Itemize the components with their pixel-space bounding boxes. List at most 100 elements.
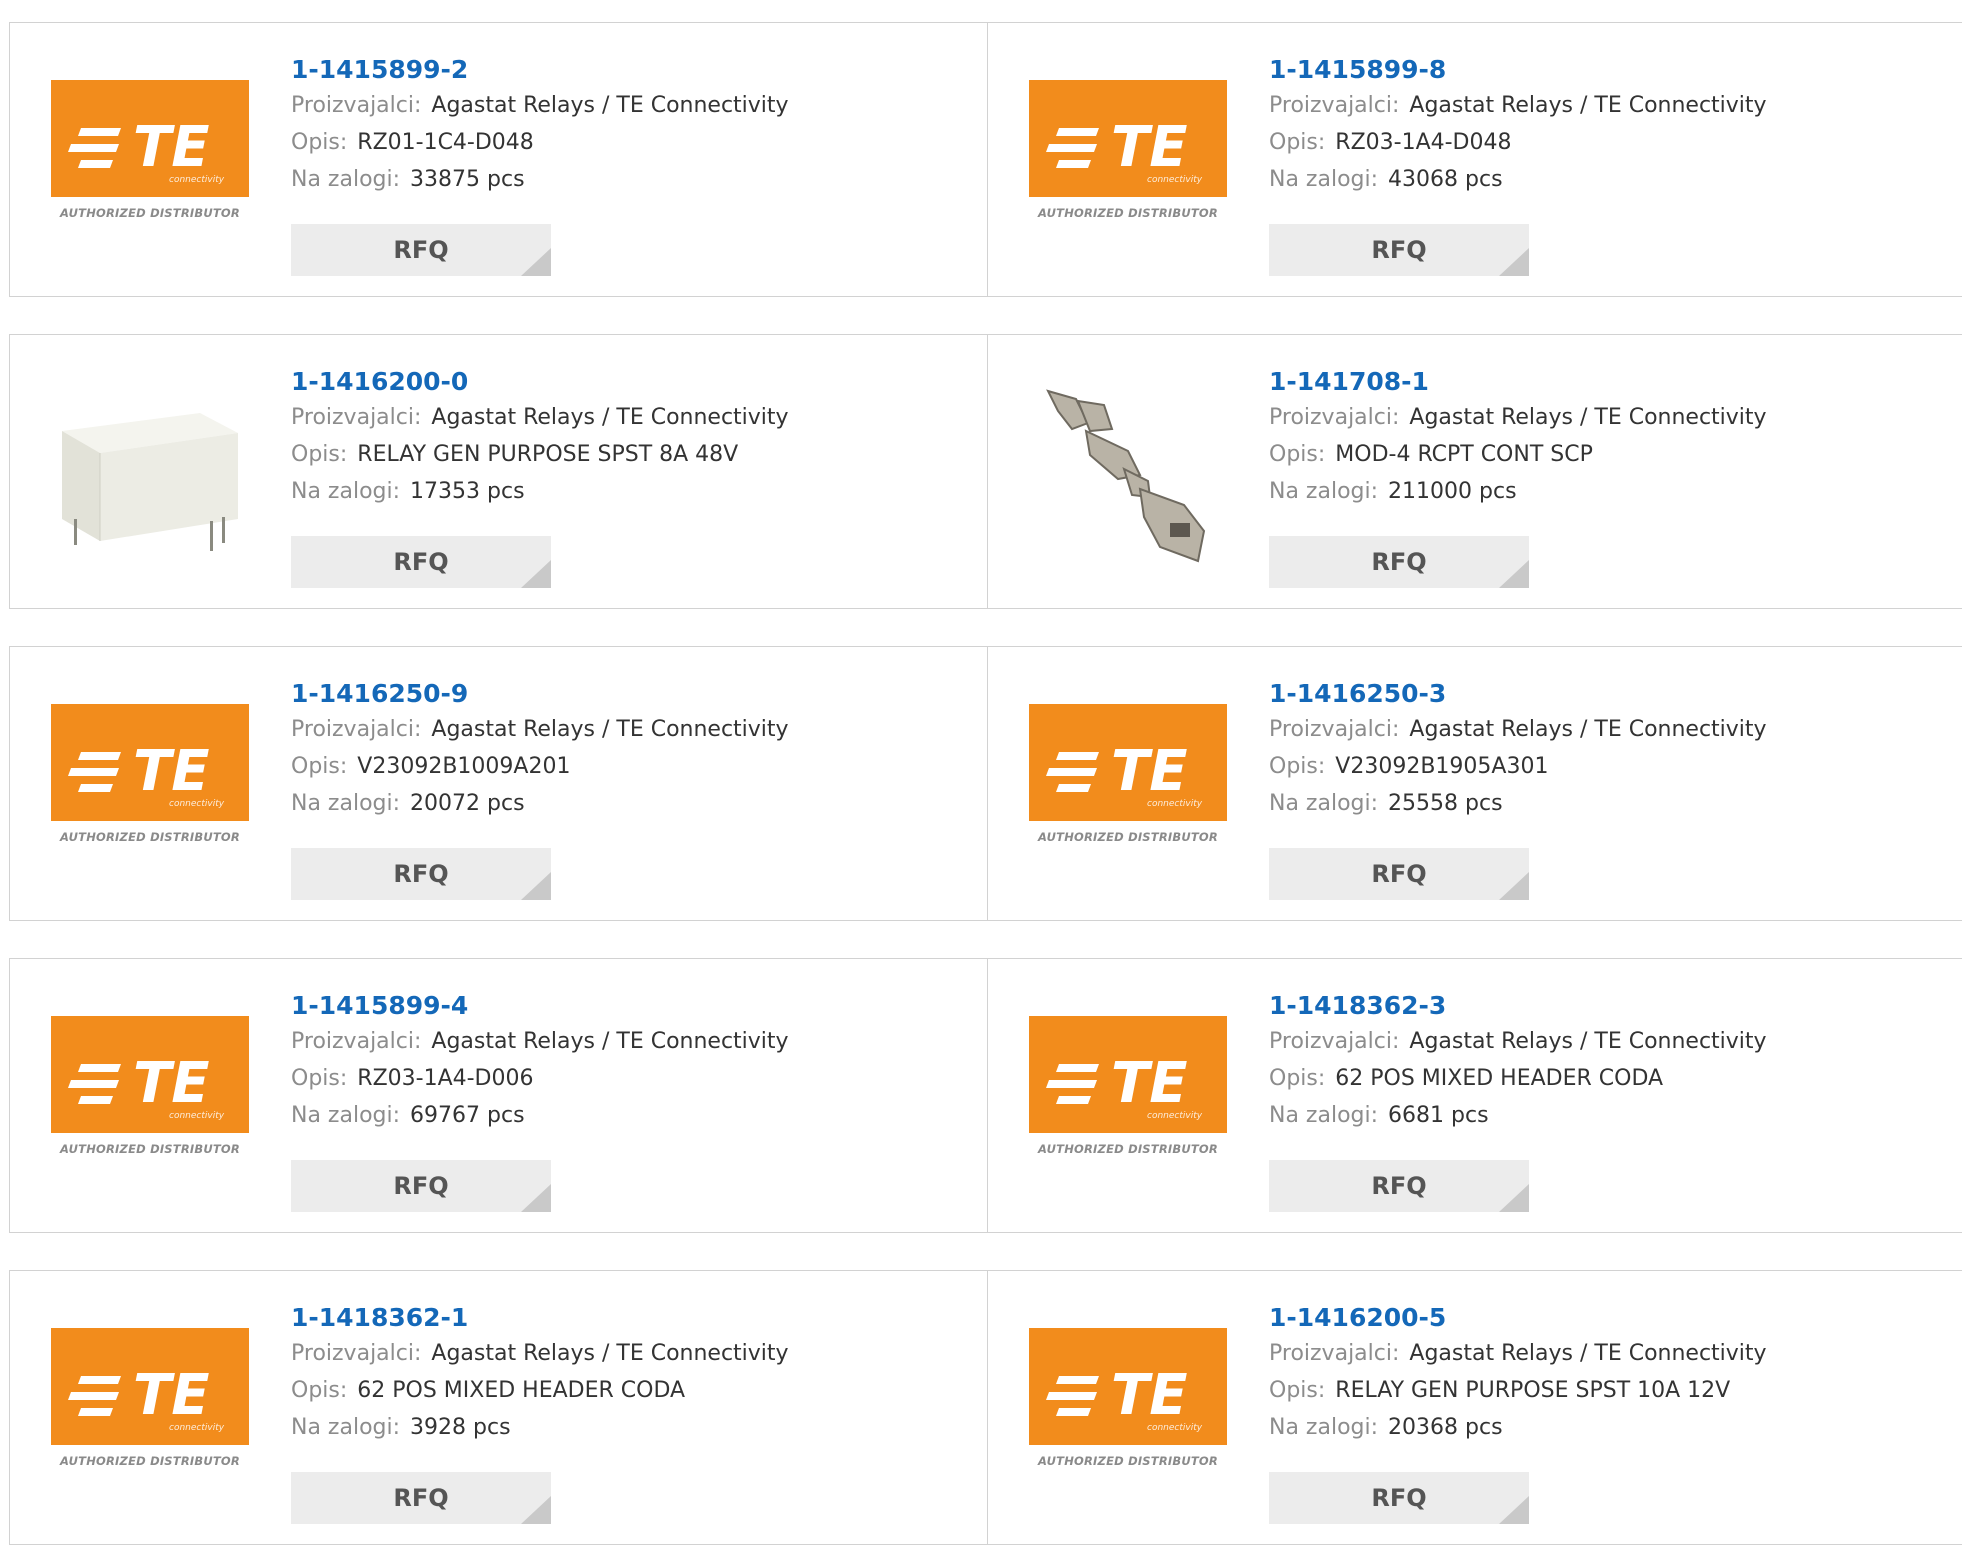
rfq-button-label: RFQ — [1371, 1484, 1427, 1512]
authorized-distributor-text: AUTHORIZED DISTRIBUTOR — [1038, 1142, 1218, 1156]
manufacturer-label: Proizvajalci: — [291, 1029, 422, 1054]
description-row: Opis: RELAY GEN PURPOSE SPST 10A 12V — [1269, 1372, 1767, 1409]
stock-value: 17353 pcs — [410, 479, 525, 504]
svg-text:connectivity: connectivity — [1147, 175, 1203, 185]
manufacturer-label: Proizvajalci: — [1269, 93, 1400, 118]
description-label: Opis: — [291, 754, 348, 779]
product-thumbnail[interactable]: TE connectivity AUTHORIZED DISTRIBUTOR — [1028, 995, 1228, 1195]
svg-text:connectivity: connectivity — [1147, 1111, 1203, 1121]
manufacturer-value: Agastat Relays / TE Connectivity — [431, 1341, 789, 1366]
description-value: V23092B1905A301 — [1335, 754, 1549, 779]
description-label: Opis: — [1269, 442, 1326, 467]
rfq-button[interactable]: RFQ — [291, 1472, 551, 1524]
manufacturer-label: Proizvajalci: — [1269, 405, 1400, 430]
manufacturer-row: Proizvajalci: Agastat Relays / TE Connect… — [291, 1335, 789, 1372]
part-number-link[interactable]: 1-141708-1 — [1269, 365, 1767, 399]
product-thumbnail[interactable]: TE connectivity AUTHORIZED DISTRIBUTOR — [1028, 59, 1228, 259]
manufacturer-value: Agastat Relays / TE Connectivity — [1409, 1341, 1767, 1366]
rfq-button[interactable]: RFQ — [291, 1160, 551, 1212]
stock-label: Na zalogi: — [291, 1103, 401, 1128]
part-number-link[interactable]: 1-1416200-0 — [291, 365, 789, 399]
manufacturer-value: Agastat Relays / TE Connectivity — [1409, 93, 1767, 118]
rfq-button[interactable]: RFQ — [1269, 848, 1529, 900]
product-card: TE connectivity AUTHORIZED DISTRIBUTOR 1… — [9, 22, 988, 297]
te-connectivity-logo: TE connectivity AUTHORIZED DISTRIBUTOR — [51, 1328, 249, 1486]
stock-value: 3928 pcs — [410, 1415, 511, 1440]
stock-label: Na zalogi: — [291, 167, 401, 192]
description-value: RZ01-1C4-D048 — [357, 130, 534, 155]
rfq-button-label: RFQ — [1371, 860, 1427, 888]
svg-text:TE: TE — [1111, 1363, 1187, 1428]
product-thumbnail[interactable]: TE connectivity AUTHORIZED DISTRIBUTOR — [1028, 1307, 1228, 1507]
manufacturer-label: Proizvajalci: — [1269, 1029, 1400, 1054]
description-row: Opis: RZ03-1A4-D006 — [291, 1060, 789, 1097]
rfq-corner-decoration — [1499, 248, 1529, 276]
description-label: Opis: — [1269, 130, 1326, 155]
stock-value: 211000 pcs — [1388, 479, 1517, 504]
authorized-distributor-text: AUTHORIZED DISTRIBUTOR — [1038, 830, 1218, 844]
description-label: Opis: — [291, 130, 348, 155]
product-thumbnail[interactable]: TE connectivity AUTHORIZED DISTRIBUTOR — [50, 683, 250, 883]
description-row: Opis: RZ03-1A4-D048 — [1269, 124, 1767, 161]
description-label: Opis: — [1269, 1378, 1326, 1403]
manufacturer-row: Proizvajalci: Agastat Relays / TE Connect… — [1269, 1335, 1767, 1372]
product-card: TE connectivity AUTHORIZED DISTRIBUTOR 1… — [9, 958, 988, 1233]
product-thumbnail[interactable]: TE connectivity AUTHORIZED DISTRIBUTOR — [50, 995, 250, 1195]
te-connectivity-logo: TE connectivity AUTHORIZED DISTRIBUTOR — [51, 1016, 249, 1174]
rfq-button[interactable]: RFQ — [291, 224, 551, 276]
stock-value: 20368 pcs — [1388, 1415, 1503, 1440]
rfq-button-label: RFQ — [1371, 236, 1427, 264]
rfq-button[interactable]: RFQ — [1269, 1472, 1529, 1524]
manufacturer-label: Proizvajalci: — [1269, 717, 1400, 742]
manufacturer-value: Agastat Relays / TE Connectivity — [431, 405, 789, 430]
relay-product-image[interactable] — [50, 371, 250, 571]
product-thumbnail[interactable]: TE connectivity AUTHORIZED DISTRIBUTOR — [1028, 683, 1228, 883]
part-number-link[interactable]: 1-1418362-1 — [291, 1301, 789, 1335]
description-value: 62 POS MIXED HEADER CODA — [357, 1378, 686, 1403]
authorized-distributor-text: AUTHORIZED DISTRIBUTOR — [60, 1142, 240, 1156]
product-grid: TE connectivity AUTHORIZED DISTRIBUTOR 1… — [0, 0, 1962, 1545]
description-label: Opis: — [291, 1378, 348, 1403]
manufacturer-value: Agastat Relays / TE Connectivity — [431, 1029, 789, 1054]
rfq-corner-decoration — [521, 248, 551, 276]
manufacturer-row: Proizvajalci: Agastat Relays / TE Connect… — [291, 399, 789, 436]
rfq-corner-decoration — [521, 1184, 551, 1212]
rfq-button-label: RFQ — [393, 1172, 449, 1200]
description-row: Opis: RZ01-1C4-D048 — [291, 124, 789, 161]
stock-label: Na zalogi: — [291, 1415, 401, 1440]
part-number-link[interactable]: 1-1416250-3 — [1269, 677, 1767, 711]
rfq-button[interactable]: RFQ — [1269, 224, 1529, 276]
description-value: RZ03-1A4-D048 — [1335, 130, 1512, 155]
manufacturer-label: Proizvajalci: — [291, 405, 422, 430]
product-thumbnail[interactable]: TE connectivity AUTHORIZED DISTRIBUTOR — [50, 1307, 250, 1507]
rfq-button[interactable]: RFQ — [1269, 536, 1529, 588]
part-number-link[interactable]: 1-1416200-5 — [1269, 1301, 1767, 1335]
stock-row: Na zalogi: 20072 pcs — [291, 785, 789, 822]
description-row: Opis: 62 POS MIXED HEADER CODA — [291, 1372, 789, 1409]
stock-row: Na zalogi: 69767 pcs — [291, 1097, 789, 1134]
stock-row: Na zalogi: 33875 pcs — [291, 161, 789, 198]
part-number-link[interactable]: 1-1418362-3 — [1269, 989, 1767, 1023]
svg-text:connectivity: connectivity — [169, 799, 225, 809]
rfq-button[interactable]: RFQ — [291, 536, 551, 588]
part-number-link[interactable]: 1-1415899-8 — [1269, 53, 1767, 87]
crimp-contact-image[interactable] — [1028, 371, 1228, 571]
stock-label: Na zalogi: — [1269, 479, 1379, 504]
authorized-distributor-text: AUTHORIZED DISTRIBUTOR — [60, 206, 240, 220]
description-label: Opis: — [291, 1066, 348, 1091]
manufacturer-label: Proizvajalci: — [291, 93, 422, 118]
rfq-corner-decoration — [521, 1496, 551, 1524]
manufacturer-label: Proizvajalci: — [1269, 1341, 1400, 1366]
product-thumbnail[interactable] — [1028, 371, 1228, 571]
rfq-button[interactable]: RFQ — [291, 848, 551, 900]
rfq-button[interactable]: RFQ — [1269, 1160, 1529, 1212]
part-number-link[interactable]: 1-1416250-9 — [291, 677, 789, 711]
part-number-link[interactable]: 1-1415899-4 — [291, 989, 789, 1023]
description-value: RZ03-1A4-D006 — [357, 1066, 534, 1091]
product-thumbnail[interactable]: TE connectivity AUTHORIZED DISTRIBUTOR — [50, 59, 250, 259]
stock-label: Na zalogi: — [291, 479, 401, 504]
part-number-link[interactable]: 1-1415899-2 — [291, 53, 789, 87]
description-label: Opis: — [291, 442, 348, 467]
product-thumbnail[interactable] — [50, 371, 250, 571]
stock-label: Na zalogi: — [1269, 791, 1379, 816]
